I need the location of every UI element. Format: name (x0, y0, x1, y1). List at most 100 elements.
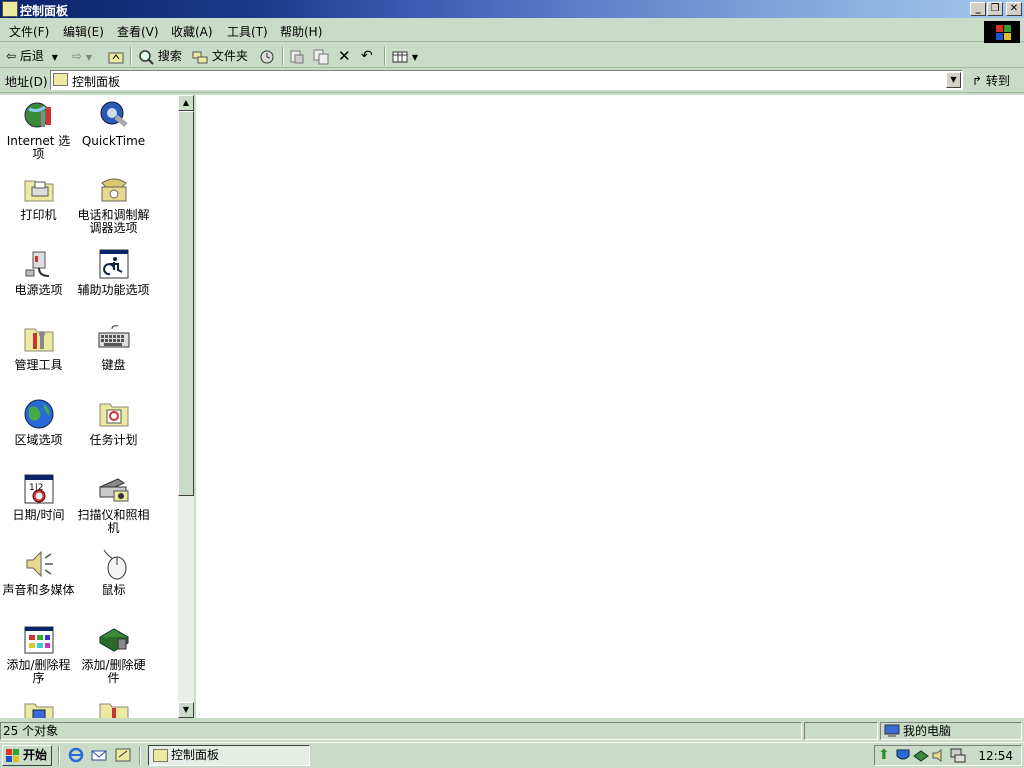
item-keyboard[interactable]: 键盘 (76, 323, 151, 372)
chevron-down-icon: ▼ (411, 53, 418, 62)
restore-button[interactable]: ❐ (987, 2, 1003, 16)
address-dropdown-button[interactable]: ▼ (946, 72, 961, 88)
item-label: 添加/删除程序 (6, 658, 71, 685)
item-printers[interactable]: 打印机 (1, 173, 76, 222)
scroll-thumb[interactable] (178, 111, 194, 496)
item-label: 日期/时间 (12, 508, 65, 522)
phone-modem-icon (98, 173, 130, 205)
status-location-label: 我的电脑 (903, 724, 952, 738)
toolbar-separator (130, 47, 132, 65)
search-button[interactable]: 搜索 (138, 47, 182, 65)
regional-options-icon (23, 398, 55, 430)
forward-arrow-icon: ⇨ (72, 49, 83, 63)
mouse-icon (98, 548, 130, 580)
menu-favorites[interactable]: 收藏(A) (171, 23, 213, 40)
item-label: 电话和调制解调器选项 (77, 208, 150, 235)
go-button[interactable]: ↱ 转到 (972, 72, 1010, 89)
item-scanner-camera[interactable]: 扫描仪和照相机 (76, 473, 151, 535)
outlook-express-icon[interactable] (91, 747, 107, 763)
menu-edit[interactable]: 编辑(E) (63, 23, 104, 40)
internet-options-icon (23, 99, 55, 131)
item-label: 区域选项 (14, 433, 63, 447)
item-label: 声音和多媒体 (2, 583, 75, 597)
item-partial[interactable] (76, 698, 151, 718)
window-title: 控制面板 (20, 4, 69, 18)
move-to-button[interactable] (289, 47, 305, 65)
delete-button[interactable]: ✕ (338, 47, 351, 65)
toolbar-separator (384, 47, 386, 65)
views-button[interactable]: ▼ (392, 47, 418, 65)
computer-icon[interactable] (950, 748, 966, 763)
system-tray: ⬆ 12:54 (874, 745, 1022, 766)
copy-to-button[interactable] (313, 47, 329, 65)
item-regional-options[interactable]: 区域选项 (1, 398, 76, 447)
start-button[interactable]: 开始 (2, 745, 52, 766)
folders-button[interactable]: 文件夹 (192, 47, 248, 65)
item-sound-multimedia[interactable]: 声音和多媒体 (1, 548, 76, 597)
item-phone-modem[interactable]: 电话和调制解调器选项 (76, 173, 151, 235)
add-remove-hardware-icon (98, 623, 130, 655)
go-label: 转到 (985, 74, 1010, 88)
item-scheduled-tasks[interactable]: 任务计划 (76, 398, 151, 447)
content-pane (196, 95, 1024, 718)
undo-icon: ↶ (361, 48, 373, 64)
standard-toolbar: ⇦ 后退 ▼ ⇨ ▼ 搜索 文件夹 ✕ ↶ ▼ (0, 43, 1024, 68)
delete-icon: ✕ (338, 47, 351, 65)
taskbar-separator (139, 746, 141, 765)
item-admin-tools[interactable]: 管理工具 (1, 323, 76, 372)
item-accessibility[interactable]: 辅助功能选项 (76, 248, 151, 297)
move-to-icon (290, 50, 304, 63)
address-input[interactable]: 控制面板 ▼ (50, 70, 963, 90)
network-icon[interactable]: ⬆ (878, 747, 890, 763)
show-desktop-icon[interactable] (115, 747, 131, 763)
internet-explorer-icon[interactable] (68, 747, 84, 763)
go-arrow-icon: ↱ (972, 74, 983, 88)
item-label: 扫描仪和照相机 (77, 508, 150, 535)
undo-button[interactable]: ↶ (361, 47, 373, 65)
scroll-down-button[interactable]: ▼ (178, 702, 194, 718)
item-quicktime[interactable]: QuickTime (76, 99, 151, 148)
back-button[interactable]: ⇦ 后退 ▼ (6, 47, 58, 65)
up-folder-button[interactable] (108, 47, 124, 65)
scroll-up-button[interactable]: ▲ (178, 95, 194, 111)
item-mouse[interactable]: 鼠标 (76, 548, 151, 597)
address-bar: 地址(D) 控制面板 ▼ ↱ 转到 (0, 68, 1024, 93)
folder-icon (23, 698, 55, 718)
item-label: QuickTime (81, 134, 146, 148)
menu-tools[interactable]: 工具(T) (227, 23, 268, 40)
item-add-remove-programs[interactable]: 添加/删除程序 (1, 623, 76, 685)
taskbar-task-label: 控制面板 (171, 748, 220, 762)
quicklaunch-separator (58, 746, 60, 765)
hardware-icon[interactable] (913, 748, 929, 763)
forward-button[interactable]: ⇨ ▼ (72, 47, 92, 65)
back-arrow-icon: ⇦ (6, 49, 17, 63)
menu-help[interactable]: 帮助(H) (280, 23, 322, 40)
item-partial[interactable] (1, 698, 76, 718)
copy-to-icon (313, 49, 329, 64)
chevron-down-icon: ▼ (51, 53, 58, 62)
folder-icon (98, 698, 130, 718)
history-button[interactable] (259, 47, 275, 65)
taskbar-control-panel[interactable]: 控制面板 (148, 745, 310, 766)
item-power-options[interactable]: 电源选项 (1, 248, 76, 297)
admin-tools-icon (23, 323, 55, 355)
windows-logo (984, 21, 1020, 43)
taskbar: 开始 控制面板 ⬆ 12:54 (0, 742, 1024, 768)
menu-file[interactable]: 文件(F) (9, 23, 49, 40)
chevron-down-icon: ▼ (85, 53, 93, 62)
shield-icon[interactable] (895, 748, 911, 763)
sound-multimedia-icon (23, 548, 55, 580)
quicktime-icon (98, 99, 130, 131)
clock[interactable]: 12:54 (978, 749, 1013, 763)
item-add-remove-hardware[interactable]: 添加/删除硬件 (76, 623, 151, 685)
item-date-time[interactable]: 1|2 日期/时间 (1, 473, 76, 522)
address-label: 地址(D) (5, 75, 48, 89)
item-label: 管理工具 (14, 358, 63, 372)
volume-icon[interactable] (931, 748, 947, 763)
close-button[interactable]: ✕ (1006, 2, 1022, 16)
minimize-button[interactable]: _ (970, 2, 986, 16)
vertical-scrollbar[interactable]: ▲ ▼ (178, 95, 194, 718)
item-internet-options[interactable]: Internet 选项 (1, 99, 76, 161)
item-label: 辅助功能选项 (77, 283, 150, 297)
menu-view[interactable]: 查看(V) (117, 23, 159, 40)
